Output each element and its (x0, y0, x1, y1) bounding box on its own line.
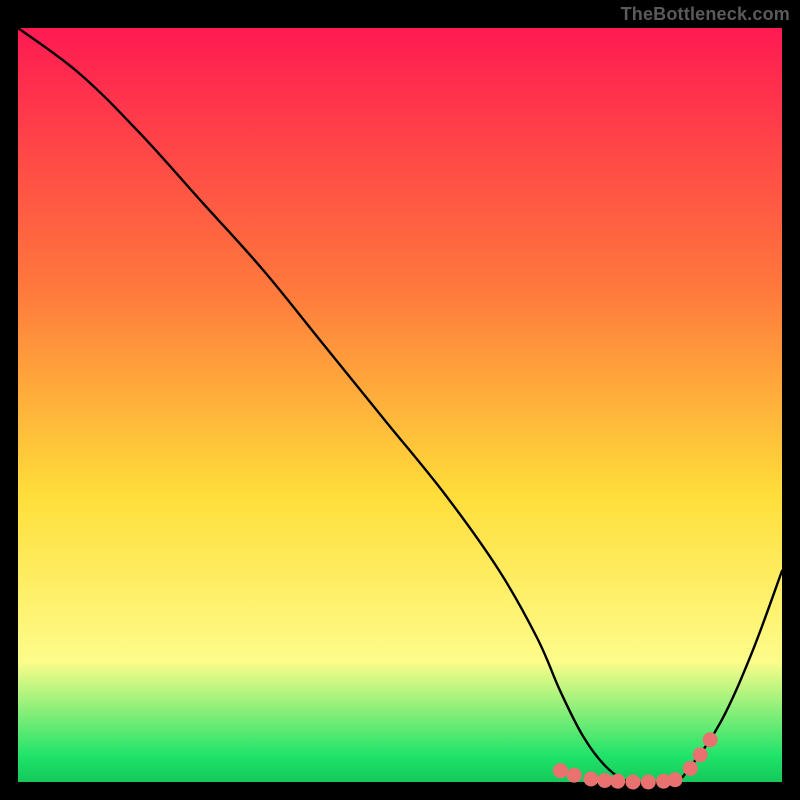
highlight-dot (641, 775, 656, 790)
highlight-dot (683, 761, 698, 776)
highlight-dot (693, 747, 708, 762)
chart-stage: TheBottleneck.com (0, 0, 800, 800)
highlight-dot (703, 732, 718, 747)
highlight-dot (610, 774, 625, 789)
highlight-dot (668, 772, 683, 787)
highlight-dot (584, 771, 599, 786)
highlight-dot (567, 768, 582, 783)
watermark-text: TheBottleneck.com (621, 4, 790, 25)
gradient-plot-area (18, 28, 782, 782)
highlight-dot (597, 773, 612, 788)
bottleneck-chart (0, 0, 800, 800)
highlight-dot (626, 775, 641, 790)
highlight-dot (553, 763, 568, 778)
